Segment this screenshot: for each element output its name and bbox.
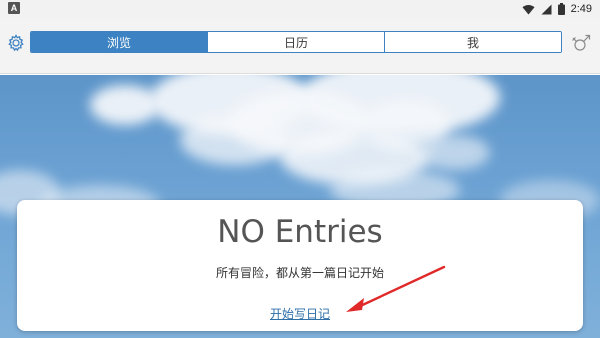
tab-calendar[interactable]: 日历	[207, 32, 384, 52]
tab-browse[interactable]: 浏览	[31, 32, 207, 52]
empty-state-subtitle: 所有冒险，都从第一篇日记开始	[215, 266, 384, 280]
empty-state-card: NO Entries 所有冒险，都从第一篇日记开始 开始写日记	[17, 200, 583, 331]
start-writing-link[interactable]: 开始写日记	[17, 305, 583, 322]
gear-icon[interactable]	[6, 33, 26, 53]
annotation-arrow-icon	[346, 265, 446, 312]
empty-state-title: NO Entries	[217, 214, 383, 250]
main-tab-bar: 浏览 日历 我	[30, 31, 562, 53]
status-icons: 2:49	[522, 2, 592, 16]
wifi-icon	[522, 4, 535, 14]
clock: 2:49	[570, 3, 592, 15]
app-notification-icon: A	[8, 2, 20, 14]
signal-icon	[541, 4, 552, 14]
status-bar: A 2:49	[0, 0, 600, 18]
app-toolbar: 浏览 日历 我	[0, 18, 600, 74]
tab-me[interactable]: 我	[384, 32, 561, 52]
battery-icon	[557, 3, 565, 15]
gender-icon[interactable]	[570, 32, 594, 54]
